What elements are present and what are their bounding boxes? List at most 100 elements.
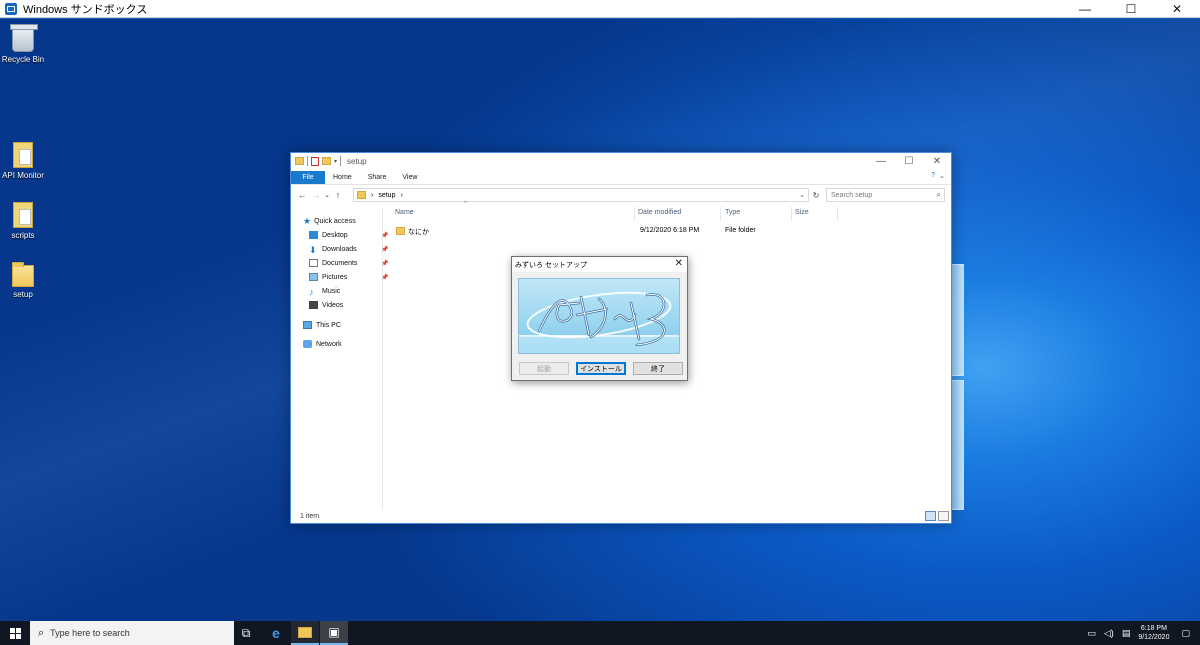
install-button[interactable]: インストール bbox=[576, 362, 626, 375]
breadcrumb-separator[interactable]: › bbox=[400, 192, 402, 199]
tab-home[interactable]: Home bbox=[325, 171, 360, 184]
desktop-icon-label: Recycle Bin bbox=[1, 55, 45, 64]
toolbar-divider bbox=[340, 156, 342, 166]
status-bar: 1 item bbox=[291, 509, 951, 523]
nav-network[interactable]: Network bbox=[303, 340, 342, 348]
column-header-name[interactable]: Name bbox=[395, 209, 414, 216]
taskbar-search-input[interactable]: Type here to search bbox=[50, 628, 130, 638]
dialog-title: みずいろ セットアップ bbox=[515, 261, 587, 269]
taskbar: ⌕ Type here to search ⧉ e ▣ ▭ ◁) ▤ 6:18 … bbox=[0, 621, 1200, 645]
tab-share[interactable]: Share bbox=[360, 171, 395, 184]
folder-icon bbox=[12, 262, 34, 287]
new-folder-icon[interactable] bbox=[322, 157, 331, 165]
clock[interactable]: 6:18 PM 9/12/2020 bbox=[1138, 624, 1169, 642]
column-header-size[interactable]: Size bbox=[795, 209, 809, 216]
sandbox-close-button[interactable]: ✕ bbox=[1154, 0, 1200, 18]
document-icon bbox=[13, 142, 33, 168]
item-count: 1 item bbox=[300, 513, 320, 520]
network-icon bbox=[303, 340, 312, 348]
windows-logo-icon bbox=[9, 627, 21, 639]
ribbon-expand-icon[interactable]: ⌄ bbox=[939, 172, 945, 180]
search-icon: ⌕ bbox=[936, 190, 941, 199]
nav-item-videos[interactable]: Videos bbox=[309, 301, 343, 309]
desktop-icon-api-monitor[interactable]: API Monitor bbox=[0, 140, 53, 180]
desktop-icon-label: setup bbox=[13, 290, 33, 299]
file-date-modified: 9/12/2020 6:18 PM bbox=[640, 227, 700, 234]
dialog-close-button[interactable]: ✕ bbox=[675, 258, 683, 269]
nav-quick-access[interactable]: ★ Quick access bbox=[303, 216, 356, 227]
nav-label: Music bbox=[322, 287, 341, 295]
column-header-type[interactable]: Type bbox=[725, 209, 740, 216]
recycle-bin-icon bbox=[10, 24, 38, 52]
nav-item-documents[interactable]: Documents 📌 bbox=[309, 259, 388, 267]
nav-item-pictures[interactable]: Pictures 📌 bbox=[309, 273, 388, 281]
exit-button[interactable]: 終了 bbox=[633, 362, 683, 375]
explorer-minimize-button[interactable]: — bbox=[867, 153, 895, 169]
nav-label: Quick access bbox=[314, 218, 356, 225]
column-divider[interactable] bbox=[720, 207, 721, 221]
column-divider[interactable] bbox=[791, 207, 792, 221]
start-button[interactable] bbox=[0, 621, 30, 645]
taskbar-setup-app-button[interactable]: ▣ bbox=[320, 621, 348, 645]
network-tray-icon[interactable]: ▭ bbox=[1087, 628, 1096, 639]
up-button[interactable]: ↑ bbox=[331, 190, 345, 200]
sandbox-titlebar: Windows サンドボックス — ☐ ✕ bbox=[0, 0, 1200, 18]
desktop-icon bbox=[309, 231, 318, 239]
input-method-icon[interactable]: ▤ bbox=[1122, 628, 1131, 639]
taskbar-search-box[interactable]: ⌕ Type here to search bbox=[30, 621, 234, 645]
back-button[interactable]: ← bbox=[295, 190, 309, 200]
nav-this-pc[interactable]: This PC bbox=[303, 321, 341, 329]
setup-app-icon: ▣ bbox=[328, 625, 340, 639]
taskbar-edge-button[interactable]: e bbox=[262, 621, 290, 645]
nav-label: Downloads bbox=[322, 245, 357, 253]
search-box[interactable]: Search setup ⌕ bbox=[826, 188, 945, 202]
large-icons-view-button[interactable] bbox=[938, 511, 949, 521]
sandbox-maximize-button[interactable]: ☐ bbox=[1108, 0, 1154, 18]
launch-button[interactable]: 起動 bbox=[519, 362, 569, 375]
address-input[interactable]: › setup › ⌄ bbox=[353, 188, 809, 202]
taskbar-file-explorer-button[interactable] bbox=[291, 621, 319, 645]
help-icon[interactable]: ? bbox=[931, 172, 935, 179]
recent-locations-button[interactable]: ⌄ bbox=[323, 191, 331, 199]
desktop-icon-setup[interactable]: setup bbox=[0, 259, 53, 299]
notifications-icon[interactable]: ▢ bbox=[1181, 628, 1190, 639]
desktop-icon-scripts[interactable]: scripts bbox=[0, 200, 53, 240]
sandbox-title: Windows サンドボックス bbox=[23, 3, 148, 16]
column-divider[interactable] bbox=[837, 207, 838, 221]
nav-item-music[interactable]: ♪ Music bbox=[309, 287, 341, 297]
desktop-icon-label: API Monitor bbox=[2, 171, 44, 180]
properties-icon[interactable] bbox=[311, 156, 319, 166]
volume-icon[interactable]: ◁) bbox=[1104, 628, 1114, 639]
explorer-maximize-button[interactable]: ☐ bbox=[895, 153, 923, 169]
sandbox-minimize-button[interactable]: — bbox=[1062, 0, 1108, 18]
desktop-icon-recycle-bin[interactable]: Recycle Bin bbox=[0, 24, 53, 64]
explorer-close-button[interactable]: ✕ bbox=[923, 153, 951, 169]
refresh-button[interactable]: ↻ bbox=[811, 188, 821, 202]
task-view-button[interactable]: ⧉ bbox=[232, 621, 260, 645]
folder-icon bbox=[357, 191, 366, 199]
search-input[interactable]: Search setup bbox=[831, 192, 872, 199]
address-dropdown-icon[interactable]: ⌄ bbox=[799, 191, 805, 199]
pictures-icon bbox=[309, 273, 318, 281]
clock-time: 6:18 PM bbox=[1140, 625, 1167, 632]
dialog-titlebar: みずいろ セットアップ ✕ bbox=[512, 257, 687, 272]
logo-artwork bbox=[519, 291, 679, 353]
forward-button[interactable]: → bbox=[309, 190, 323, 200]
breadcrumb-setup[interactable]: setup bbox=[378, 192, 395, 199]
nav-label: Pictures bbox=[322, 273, 348, 281]
column-divider[interactable] bbox=[634, 207, 635, 221]
nav-item-downloads[interactable]: ⬇ Downloads 📌 bbox=[309, 245, 388, 255]
details-view-button[interactable] bbox=[925, 511, 936, 521]
tab-file[interactable]: File bbox=[291, 171, 325, 184]
tab-view[interactable]: View bbox=[394, 171, 425, 184]
nav-label: Videos bbox=[322, 301, 344, 309]
nav-item-desktop[interactable]: Desktop 📌 bbox=[309, 231, 388, 239]
table-row[interactable]: なにか 9/12/2020 6:18 PM File folder bbox=[384, 224, 944, 238]
column-header-date-modified[interactable]: Date modified bbox=[638, 209, 681, 216]
edge-icon: e bbox=[272, 625, 280, 641]
customize-toolbar-icon[interactable]: ▾ bbox=[334, 158, 337, 165]
sandbox-app-icon bbox=[5, 2, 17, 15]
quick-access-toolbar: ▾ bbox=[295, 156, 342, 166]
file-explorer-icon bbox=[298, 626, 312, 638]
breadcrumb-separator[interactable]: › bbox=[371, 192, 373, 199]
